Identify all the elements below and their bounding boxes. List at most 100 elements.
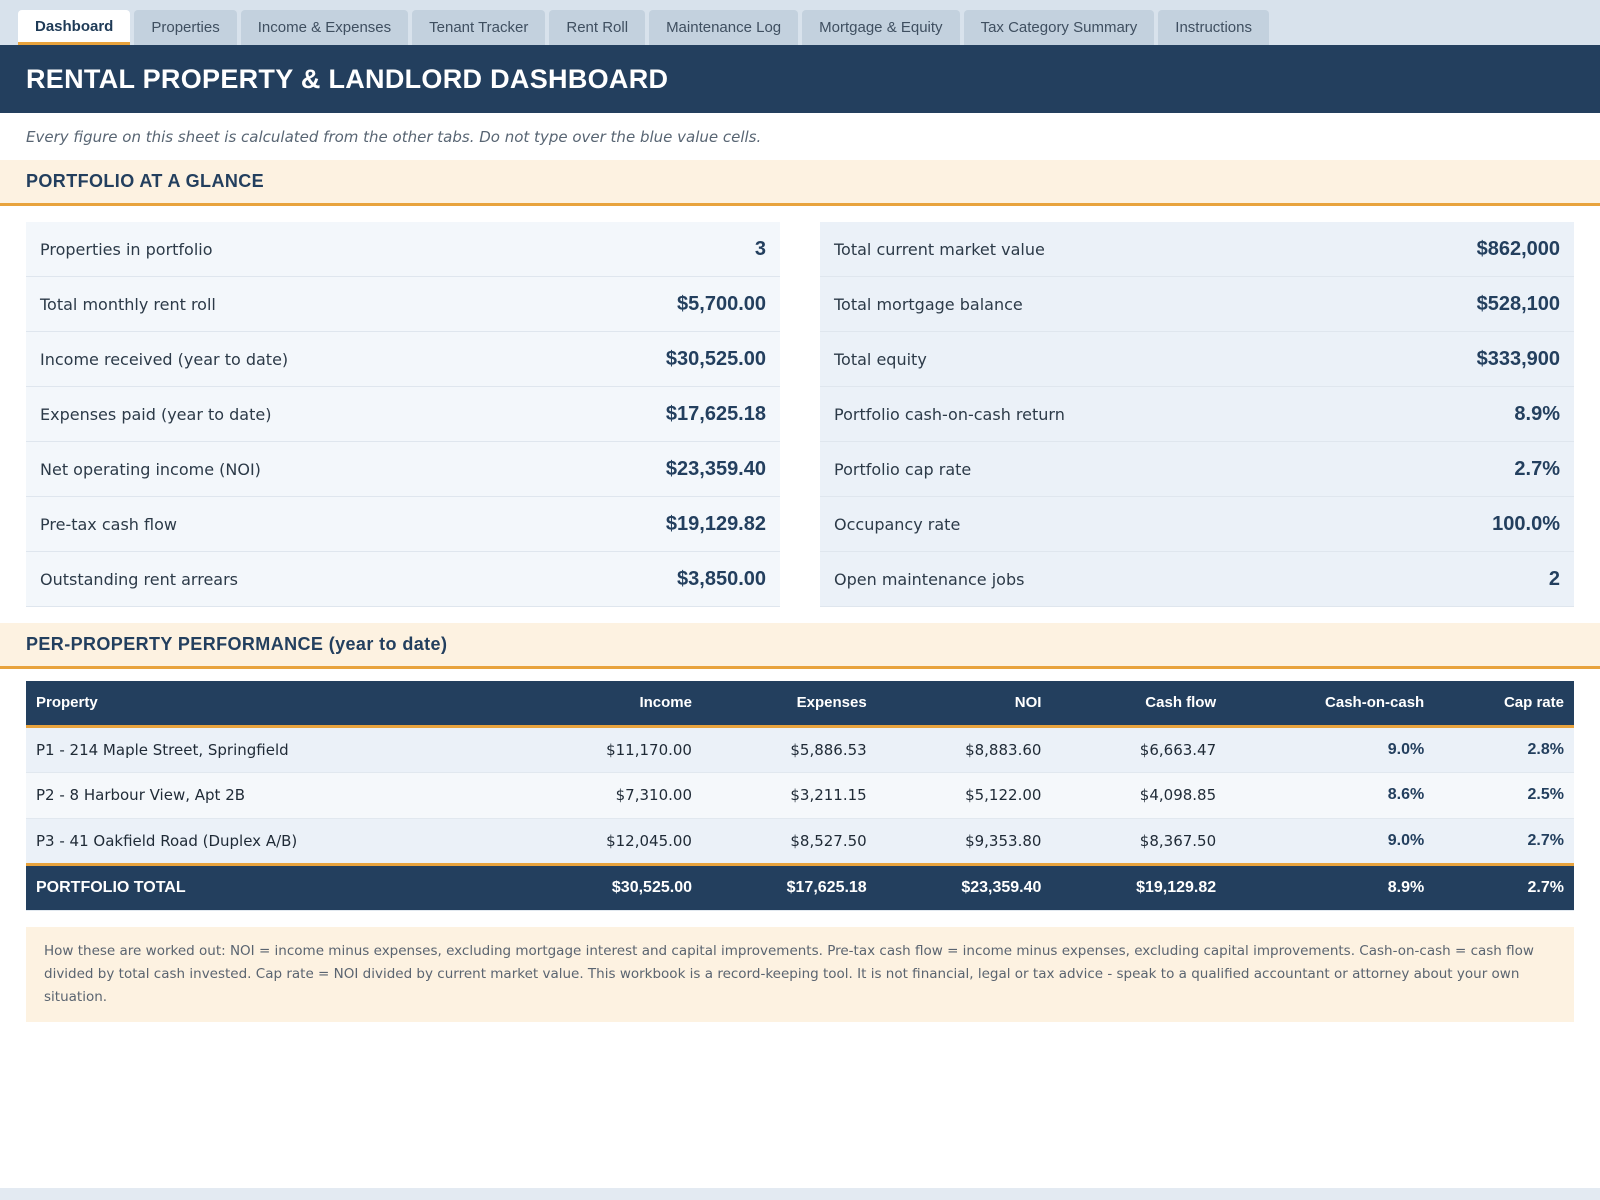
glance-row: Portfolio cash-on-cash return 8.9% xyxy=(820,387,1574,442)
tab-rent-roll[interactable]: Rent Roll xyxy=(549,10,646,45)
cell-cash-on-cash[interactable]: 8.6% xyxy=(1226,772,1435,819)
metric-label: Total monthly rent roll xyxy=(40,294,216,314)
performance-table: Property Income Expenses NOI Cash flow C… xyxy=(26,681,1574,911)
cell-noi[interactable]: $9,353.80 xyxy=(876,818,1052,865)
tab-maintenance-log[interactable]: Maintenance Log xyxy=(649,10,799,45)
cell-property[interactable]: P2 - 8 Harbour View, Apt 2B xyxy=(26,772,518,819)
column-header-expenses: Expenses xyxy=(701,681,877,728)
column-header-cash-on-cash: Cash-on-cash xyxy=(1226,681,1435,728)
glance-row: Portfolio cap rate 2.7% xyxy=(820,442,1574,497)
cell-cash-flow[interactable]: $8,367.50 xyxy=(1051,818,1227,865)
glance-row: Total equity $333,900 xyxy=(820,332,1574,387)
glance-row: Income received (year to date) $30,525.00 xyxy=(26,332,780,387)
metric-value[interactable]: $30,525.00 xyxy=(666,348,766,371)
cell-cash-flow[interactable]: $6,663.47 xyxy=(1051,726,1227,773)
glance-right-column: Total current market value $862,000 Total… xyxy=(820,222,1574,607)
total-income[interactable]: $30,525.00 xyxy=(517,862,702,911)
glance-row: Total mortgage balance $528,100 xyxy=(820,277,1574,332)
total-label[interactable]: PORTFOLIO TOTAL xyxy=(26,862,518,911)
table-header-row: Property Income Expenses NOI Cash flow C… xyxy=(26,681,1574,728)
metric-label: Open maintenance jobs xyxy=(834,569,1025,589)
tab-dashboard[interactable]: Dashboard xyxy=(18,10,131,45)
metric-value[interactable]: $5,700.00 xyxy=(677,293,766,316)
tab-tax-category-summary[interactable]: Tax Category Summary xyxy=(963,10,1155,45)
cell-income[interactable]: $12,045.00 xyxy=(517,818,702,865)
cell-income[interactable]: $11,170.00 xyxy=(517,726,702,773)
metric-value[interactable]: $862,000 xyxy=(1477,238,1560,261)
section-heading-performance-sub: (year to date) xyxy=(328,634,448,654)
title-banner: RENTAL PROPERTY & LANDLORD DASHBOARD xyxy=(0,45,1600,113)
portfolio-glance: Properties in portfolio 3 Total monthly r… xyxy=(0,206,1600,607)
column-header-noi: NOI xyxy=(876,681,1052,728)
column-header-cash-flow: Cash flow xyxy=(1051,681,1227,728)
cell-expenses[interactable]: $3,211.15 xyxy=(701,772,877,819)
bottom-strip xyxy=(0,1188,1600,1200)
section-heading-glance: PORTFOLIO AT A GLANCE xyxy=(0,160,1600,206)
cell-noi[interactable]: $8,883.60 xyxy=(876,726,1052,773)
glance-row: Pre-tax cash flow $19,129.82 xyxy=(26,497,780,552)
total-noi[interactable]: $23,359.40 xyxy=(876,862,1052,911)
page-subtitle: Every figure on this sheet is calculated… xyxy=(26,127,762,146)
glance-left-column: Properties in portfolio 3 Total monthly r… xyxy=(26,222,780,607)
metric-label: Income received (year to date) xyxy=(40,349,289,369)
metric-value[interactable]: $23,359.40 xyxy=(666,458,766,481)
total-cap-rate[interactable]: 2.7% xyxy=(1434,862,1574,911)
metric-label: Total mortgage balance xyxy=(834,294,1023,314)
total-cash-flow[interactable]: $19,129.82 xyxy=(1051,862,1227,911)
cell-cap-rate[interactable]: 2.7% xyxy=(1434,818,1574,865)
metric-value[interactable]: 2.7% xyxy=(1514,458,1560,481)
tab-income-expenses[interactable]: Income & Expenses xyxy=(240,10,409,45)
metric-value[interactable]: 3 xyxy=(755,238,766,261)
metric-value[interactable]: $3,850.00 xyxy=(677,568,766,591)
page-title: RENTAL PROPERTY & LANDLORD DASHBOARD xyxy=(26,63,669,94)
metric-label: Net operating income (NOI) xyxy=(40,459,261,479)
cell-expenses[interactable]: $8,527.50 xyxy=(701,818,877,865)
metric-label: Outstanding rent arrears xyxy=(40,569,239,589)
glance-row: Properties in portfolio 3 xyxy=(26,222,780,277)
performance-table-wrapper: Property Income Expenses NOI Cash flow C… xyxy=(0,669,1600,911)
metric-label: Portfolio cap rate xyxy=(834,459,972,479)
cell-property[interactable]: P1 - 214 Maple Street, Springfield xyxy=(26,726,518,773)
metric-label: Portfolio cash-on-cash return xyxy=(834,404,1065,424)
cell-income[interactable]: $7,310.00 xyxy=(517,772,702,819)
tab-instructions[interactable]: Instructions xyxy=(1158,10,1269,45)
total-cash-on-cash[interactable]: 8.9% xyxy=(1226,862,1435,911)
cell-cap-rate[interactable]: 2.8% xyxy=(1434,726,1574,773)
cell-noi[interactable]: $5,122.00 xyxy=(876,772,1052,819)
table-row: P1 - 214 Maple Street, Springfield $11,1… xyxy=(26,726,1574,773)
sheet-tab-bar: Dashboard Properties Income & Expenses T… xyxy=(0,0,1600,45)
cell-cap-rate[interactable]: 2.5% xyxy=(1434,772,1574,819)
cell-cash-flow[interactable]: $4,098.85 xyxy=(1051,772,1227,819)
section-heading-glance-text: PORTFOLIO AT A GLANCE xyxy=(26,171,265,191)
table-total-row: PORTFOLIO TOTAL $30,525.00 $17,625.18 $2… xyxy=(26,862,1574,911)
tab-properties[interactable]: Properties xyxy=(134,10,237,45)
table-row: P3 - 41 Oakfield Road (Duplex A/B) $12,0… xyxy=(26,818,1574,865)
cell-cash-on-cash[interactable]: 9.0% xyxy=(1226,726,1435,773)
glance-row: Expenses paid (year to date) $17,625.18 xyxy=(26,387,780,442)
cell-cash-on-cash[interactable]: 9.0% xyxy=(1226,818,1435,865)
glance-row: Net operating income (NOI) $23,359.40 xyxy=(26,442,780,497)
metric-value[interactable]: 2 xyxy=(1549,568,1560,591)
column-header-income: Income xyxy=(517,681,702,728)
metric-value[interactable]: $19,129.82 xyxy=(666,513,766,536)
glance-row: Occupancy rate 100.0% xyxy=(820,497,1574,552)
metric-value[interactable]: 100.0% xyxy=(1492,513,1560,536)
glance-row: Total current market value $862,000 xyxy=(820,222,1574,277)
tab-tenant-tracker[interactable]: Tenant Tracker xyxy=(412,10,546,45)
metric-value[interactable]: $528,100 xyxy=(1477,293,1560,316)
tab-mortgage-equity[interactable]: Mortgage & Equity xyxy=(802,10,960,45)
metric-value[interactable]: $333,900 xyxy=(1477,348,1560,371)
glance-row: Total monthly rent roll $5,700.00 xyxy=(26,277,780,332)
metric-label: Total current market value xyxy=(834,239,1045,259)
cell-property[interactable]: P3 - 41 Oakfield Road (Duplex A/B) xyxy=(26,818,518,865)
total-expenses[interactable]: $17,625.18 xyxy=(701,862,877,911)
section-heading-performance: PER-PROPERTY PERFORMANCE (year to date) xyxy=(0,623,1600,669)
table-row: P2 - 8 Harbour View, Apt 2B $7,310.00 $3… xyxy=(26,772,1574,819)
column-header-cap-rate: Cap rate xyxy=(1434,681,1574,728)
metric-label: Total equity xyxy=(834,349,927,369)
metric-label: Expenses paid (year to date) xyxy=(40,404,272,424)
metric-value[interactable]: 8.9% xyxy=(1514,403,1560,426)
metric-label: Occupancy rate xyxy=(834,514,961,534)
cell-expenses[interactable]: $5,886.53 xyxy=(701,726,877,773)
metric-value[interactable]: $17,625.18 xyxy=(666,403,766,426)
